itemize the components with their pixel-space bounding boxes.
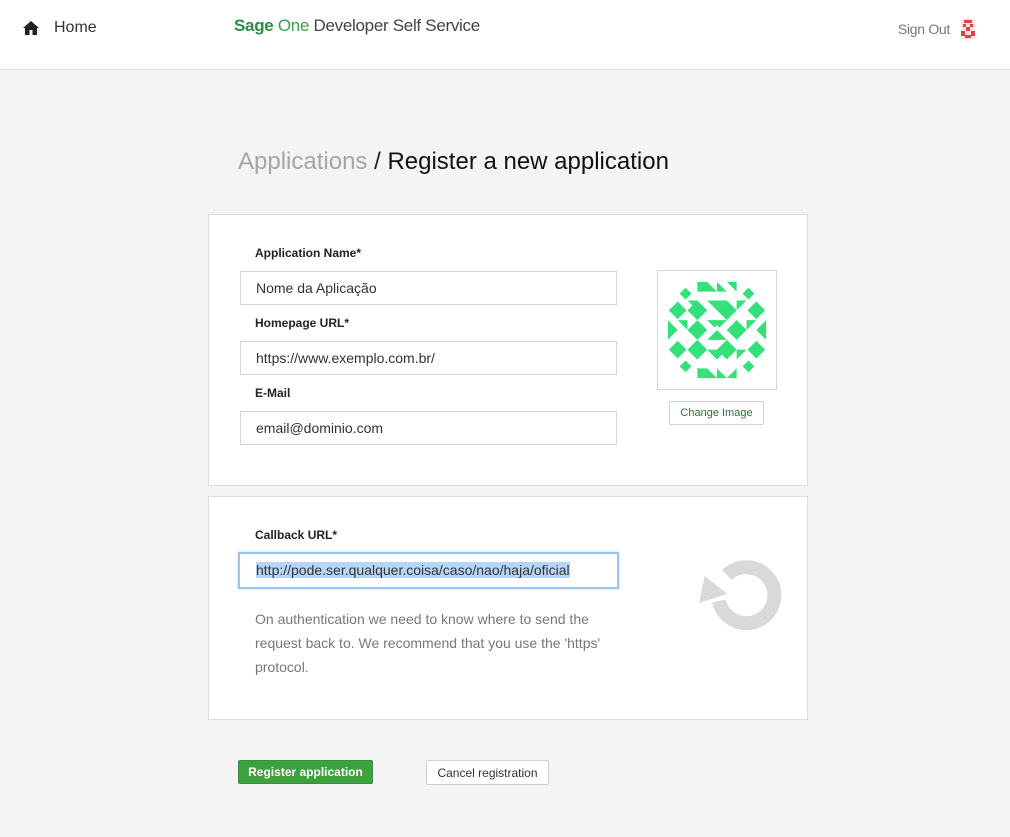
email-input[interactable] bbox=[240, 411, 617, 445]
register-application-button[interactable]: Register application bbox=[238, 760, 373, 784]
homepage-url-label: Homepage URL* bbox=[255, 316, 350, 330]
refresh-icon bbox=[698, 560, 782, 631]
identicon-image bbox=[667, 281, 767, 379]
callback-panel: Callback URL* http://pode.ser.qualquer.c… bbox=[208, 496, 808, 720]
application-image bbox=[657, 270, 777, 390]
callback-url-input[interactable]: http://pode.ser.qualquer.coisa/caso/nao/… bbox=[238, 552, 619, 589]
top-navigation-bar: Home Sage One Developer Self Service Sig… bbox=[0, 0, 1010, 70]
page-title: Register a new application bbox=[387, 148, 669, 175]
brand-one: One bbox=[277, 16, 310, 35]
brand-rest: Developer Self Service bbox=[313, 16, 481, 35]
breadcrumb: Applications / Register a new applicatio… bbox=[238, 148, 669, 176]
callback-help-text: On authentication we need to know where … bbox=[255, 611, 601, 675]
email-label: E-Mail bbox=[255, 386, 291, 400]
change-image-button[interactable]: Change Image bbox=[669, 401, 764, 425]
application-details-panel: Application Name* Homepage URL* E-Mail bbox=[208, 214, 808, 486]
callback-url-label: Callback URL* bbox=[255, 528, 338, 542]
home-icon bbox=[23, 21, 39, 35]
sign-out-link[interactable]: Sign Out bbox=[898, 18, 978, 40]
homepage-url-input[interactable] bbox=[240, 341, 617, 375]
user-avatar-icon bbox=[961, 19, 975, 39]
sign-out-label: Sign Out bbox=[897, 21, 950, 37]
application-name-label: Application Name* bbox=[255, 246, 362, 260]
home-link[interactable]: Home bbox=[22, 18, 97, 38]
application-name-input[interactable] bbox=[240, 271, 617, 305]
breadcrumb-separator: / bbox=[367, 148, 388, 175]
brand-sage: Sage bbox=[234, 16, 274, 35]
callback-url-selected-text: http://pode.ser.qualquer.coisa/caso/nao/… bbox=[256, 562, 570, 578]
breadcrumb-applications-link[interactable]: Applications bbox=[238, 148, 367, 175]
cancel-registration-button[interactable]: Cancel registration bbox=[426, 760, 549, 785]
home-label: Home bbox=[54, 19, 97, 36]
brand-title: Sage One Developer Self Service bbox=[234, 16, 480, 36]
